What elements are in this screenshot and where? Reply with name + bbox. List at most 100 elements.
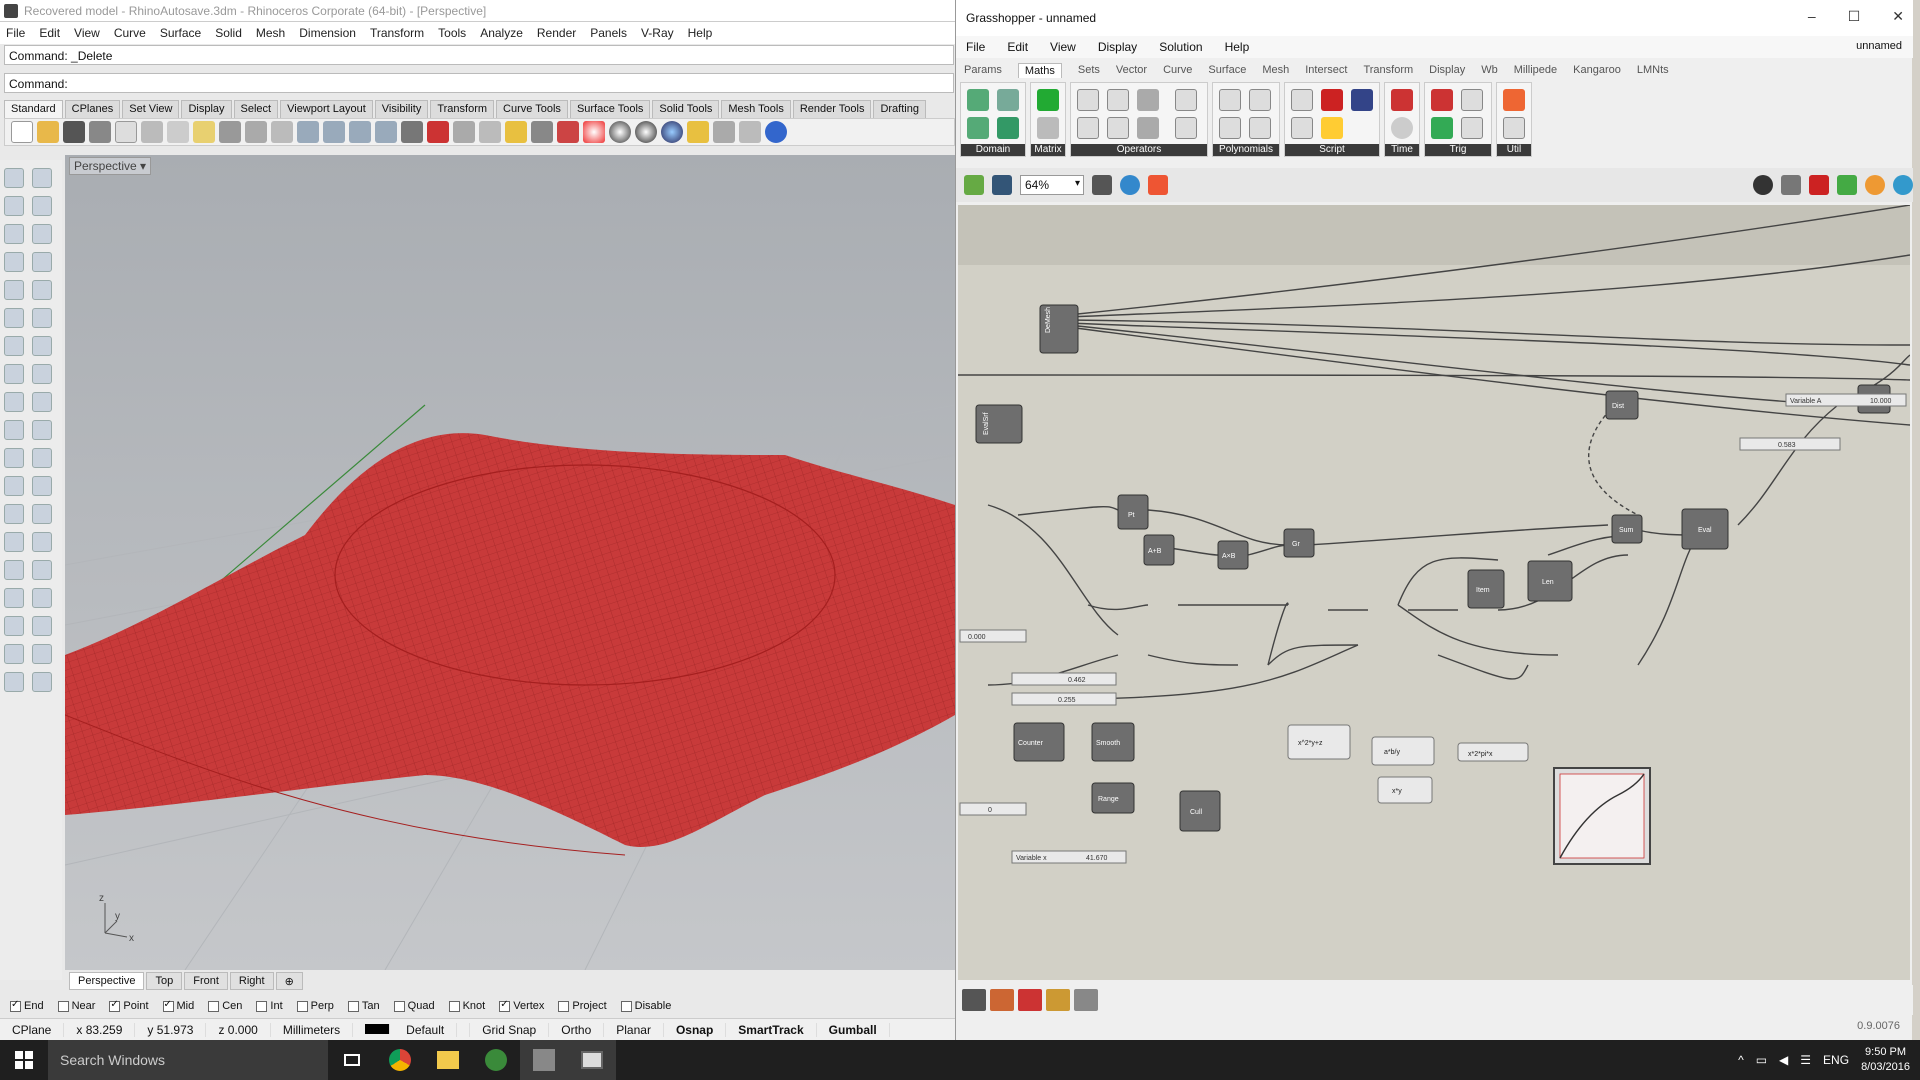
menu-help[interactable]: Help — [688, 26, 713, 40]
multiplication-icon[interactable] — [1107, 89, 1129, 111]
gh-menu-help[interactable]: Help — [1225, 40, 1250, 54]
larger-than-icon[interactable] — [1175, 89, 1197, 111]
gh-canvas[interactable]: DeMesh EvalSrf Pt A+B A×B Gr Dist Sum Ev… — [958, 205, 1910, 980]
gh-tab-maths[interactable]: Maths — [1017, 62, 1062, 78]
power-of-2-icon[interactable] — [1249, 117, 1271, 139]
extremes-icon[interactable] — [1503, 89, 1525, 111]
polyline-icon[interactable] — [4, 196, 24, 216]
text-icon[interactable] — [4, 560, 24, 580]
cluster-icon[interactable] — [1018, 989, 1042, 1011]
gh-tab-vector[interactable]: Vector — [1116, 64, 1147, 76]
bake-icon[interactable] — [1837, 175, 1857, 195]
osnap-checkbox[interactable] — [393, 1000, 405, 1012]
mesh-icon[interactable] — [4, 588, 24, 608]
python-icon[interactable] — [1321, 117, 1343, 139]
slider-6[interactable]: 0 — [959, 802, 1027, 816]
osnap-project[interactable]: Project — [558, 1000, 607, 1012]
tab-surface-tools[interactable]: Surface Tools — [569, 100, 651, 118]
node-range[interactable]: Range — [1091, 782, 1135, 814]
expression-2[interactable]: a*b/y — [1371, 736, 1435, 766]
gh-tab-display[interactable]: Display — [1429, 64, 1465, 76]
node-demesh[interactable]: DeMesh — [1039, 304, 1079, 354]
tab-drafting[interactable]: Drafting — [873, 100, 926, 118]
node-mul[interactable]: A×B — [1217, 540, 1249, 570]
smarttrack-toggle[interactable]: SmartTrack — [726, 1022, 817, 1037]
taskbar-search[interactable]: Search Windows — [48, 1040, 328, 1080]
task-view-icon[interactable] — [328, 1040, 376, 1080]
circle-icon[interactable] — [4, 224, 24, 244]
preview-wire-icon[interactable] — [1753, 175, 1773, 195]
tab-viewport-layout[interactable]: Viewport Layout — [280, 100, 373, 118]
fillet-icon[interactable] — [32, 280, 52, 300]
edit-points-icon[interactable] — [4, 644, 24, 664]
select-icon[interactable] — [453, 121, 475, 143]
render-sphere-icon[interactable] — [583, 121, 605, 143]
slider-2[interactable]: 0.583 — [1739, 437, 1841, 451]
vb-icon[interactable] — [1351, 89, 1373, 111]
divide-domain-icon[interactable] — [997, 117, 1019, 139]
menu-tools[interactable]: Tools — [438, 26, 466, 40]
preview-mesh-icon[interactable] — [1781, 175, 1801, 195]
node-smooth[interactable]: Smooth — [1091, 722, 1135, 762]
trim-icon[interactable] — [4, 448, 24, 468]
maximize-icon[interactable]: ☐ — [1848, 8, 1861, 25]
add-tab-icon[interactable]: ⊕ — [275, 972, 303, 990]
rendered-sphere-icon[interactable] — [635, 121, 657, 143]
node-gr[interactable]: Gr — [1283, 528, 1315, 558]
globe-icon[interactable] — [1893, 175, 1913, 195]
node-pt[interactable]: Pt — [1117, 494, 1149, 530]
menu-vray[interactable]: V-Ray — [641, 26, 674, 40]
paste-icon[interactable] — [193, 121, 215, 143]
zoom-extents-icon[interactable] — [1092, 175, 1112, 195]
gh-tab-params[interactable]: Params — [964, 64, 1002, 76]
offset-icon[interactable] — [4, 308, 24, 328]
notification-icon[interactable]: ☰ — [1800, 1053, 1811, 1067]
ellipse-icon[interactable] — [32, 224, 52, 244]
integral-icon[interactable] — [1503, 117, 1525, 139]
osnap-checkbox[interactable] — [499, 999, 511, 1012]
run-icon[interactable] — [1074, 989, 1098, 1011]
addition-icon[interactable] — [1077, 89, 1099, 111]
square-root-icon[interactable] — [1219, 117, 1241, 139]
gh-tab-mesh[interactable]: Mesh — [1262, 64, 1289, 76]
osnap-int[interactable]: Int — [256, 1000, 283, 1012]
gh-tab-millipede[interactable]: Millipede — [1514, 64, 1557, 76]
volume-icon[interactable]: ◀ — [1779, 1053, 1788, 1067]
tab-transform[interactable]: Transform — [430, 100, 495, 118]
bounds-icon[interactable] — [967, 117, 989, 139]
csharp-icon[interactable] — [1321, 89, 1343, 111]
sketch-icon[interactable] — [1148, 175, 1168, 195]
subtraction-icon[interactable] — [1107, 117, 1129, 139]
arc-icon[interactable] — [4, 280, 24, 300]
tab-render-tools[interactable]: Render Tools — [792, 100, 872, 118]
tab-cplanes[interactable]: CPlanes — [64, 100, 121, 118]
material-sphere-icon[interactable] — [661, 121, 683, 143]
construct-domain-icon[interactable] — [997, 89, 1019, 111]
file-explorer-icon[interactable] — [424, 1040, 472, 1080]
array-icon[interactable] — [4, 532, 24, 552]
perspective-viewport[interactable]: z y x Perspective ▾ — [65, 155, 955, 970]
node-evalsrf[interactable]: EvalSrf — [975, 404, 1023, 444]
grid-snap-toggle[interactable]: Grid Snap — [470, 1022, 550, 1037]
document-name[interactable]: unnamed — [1856, 40, 1902, 52]
zoom-select[interactable]: 64% — [1020, 175, 1084, 195]
grid-icon[interactable] — [401, 121, 423, 143]
node-add[interactable]: A+B — [1143, 534, 1175, 566]
evaluate-icon[interactable] — [1291, 117, 1313, 139]
app-green-icon[interactable] — [472, 1040, 520, 1080]
shaded-sphere-icon[interactable] — [609, 121, 631, 143]
gh-tab-curve[interactable]: Curve — [1163, 64, 1192, 76]
pan-hand-icon[interactable] — [245, 121, 267, 143]
gh-tab-wb[interactable]: Wb — [1481, 64, 1498, 76]
node-item[interactable]: Item — [1467, 569, 1505, 609]
calendar-icon[interactable] — [1391, 89, 1413, 111]
properties-icon[interactable] — [32, 616, 52, 636]
menu-file[interactable]: File — [6, 26, 25, 40]
open-file-icon[interactable] — [964, 175, 984, 195]
gh-menu-edit[interactable]: Edit — [1007, 40, 1028, 54]
node-eval[interactable]: Eval — [1681, 508, 1729, 550]
vtab-top[interactable]: Top — [146, 972, 183, 990]
sweep-icon[interactable] — [32, 392, 52, 412]
preview-shaded-icon[interactable] — [1809, 175, 1829, 195]
cylinder-icon[interactable] — [4, 364, 24, 384]
